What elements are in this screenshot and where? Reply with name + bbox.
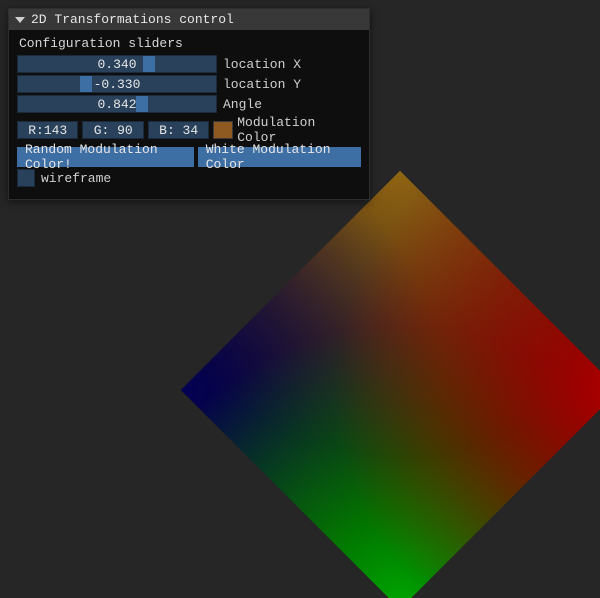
wireframe-checkbox[interactable] [17,169,35,187]
slider-location-x[interactable]: 0.340 [17,55,217,73]
panel-title: 2D Transformations control [31,12,234,27]
slider-angle[interactable]: 0.842 [17,95,217,113]
color-label: Modulation Color [237,115,361,145]
viewport-quad [245,235,555,545]
slider-label: location Y [223,77,301,92]
control-panel: 2D Transformations control Configuration… [8,8,370,200]
slider-label: Angle [223,97,262,112]
slider-row-location-x: 0.340 location X [17,55,361,73]
slider-location-y[interactable]: -0.330 [17,75,217,93]
slider-row-location-y: -0.330 location Y [17,75,361,93]
collapse-triangle-icon[interactable] [15,17,25,23]
slider-value: 0.842 [18,96,216,112]
panel-titlebar[interactable]: 2D Transformations control [9,9,369,30]
slider-value: -0.330 [18,76,216,92]
color-g-input[interactable]: G: 90 [82,121,143,139]
color-swatch[interactable] [213,121,233,139]
button-row: Random Modulation Color! White Modulatio… [17,147,361,167]
color-r-input[interactable]: R:143 [17,121,78,139]
color-input-row: R:143 G: 90 B: 34 Modulation Color [17,115,361,145]
slider-row-angle: 0.842 Angle [17,95,361,113]
color-b-input[interactable]: B: 34 [148,121,209,139]
panel-body: Configuration sliders 0.340 location X -… [9,30,369,199]
slider-value: 0.340 [18,56,216,72]
section-label: Configuration sliders [19,36,361,51]
white-color-button[interactable]: White Modulation Color [198,147,361,167]
random-color-button[interactable]: Random Modulation Color! [17,147,194,167]
slider-label: location X [223,57,301,72]
wireframe-label: wireframe [41,171,111,186]
